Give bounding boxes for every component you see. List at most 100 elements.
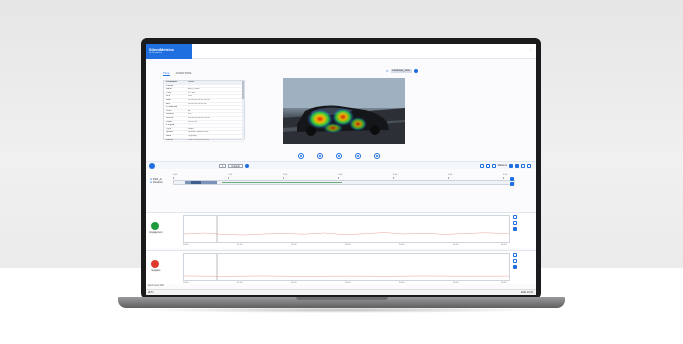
ruler-tick: 3:00 (338, 174, 343, 179)
property-value: Highway (188, 134, 197, 137)
mode-apply-icon[interactable] (244, 163, 249, 168)
property-value: 00:12:34:55:01:02 (188, 102, 207, 105)
app-subtitle: by Devodrive (149, 52, 162, 54)
property-value: m/s (188, 95, 192, 98)
property-key: Source (166, 116, 174, 119)
panel-tabs: Time ANNOTATE (163, 71, 191, 76)
timeline-right-controls: Markers (479, 163, 531, 168)
step-back-button[interactable] (317, 153, 323, 159)
property-value: ... (188, 124, 190, 127)
property-key: ▾ Heatmap (166, 106, 178, 109)
undo-icon[interactable] (479, 163, 484, 168)
zoom-in-icon[interactable] (521, 163, 525, 168)
engagement-axis: 00:00 01:00 02:00 03:00 04:00 05:00 06:0… (183, 244, 507, 246)
step-forward-button[interactable] (355, 153, 361, 159)
add-icon[interactable] (513, 227, 517, 231)
properties-scrollbar[interactable] (242, 81, 244, 141)
system-tray: ENG 10:24 (521, 291, 533, 294)
settings-icon[interactable] (513, 259, 517, 263)
tab-time[interactable]: Time (163, 71, 170, 76)
property-value: Ev01_clear (188, 88, 200, 91)
track-side-buttons (510, 177, 514, 186)
negative-side-tools (513, 253, 517, 269)
skip-back-icon (300, 155, 302, 157)
property-key: Time (166, 91, 172, 94)
zoom-out-icon[interactable] (527, 163, 531, 168)
property-value: Road (188, 127, 194, 130)
track-range-line (222, 182, 342, 183)
negative-axis: 00:00 01:00 02:00 03:00 04:00 05:00 06:0… (183, 282, 507, 284)
engagement-signal (183, 216, 510, 242)
status-text: Zoom level 100 (148, 285, 164, 287)
video-toolbar: ✕ Heatmap_view (386, 69, 418, 73)
os-taskbar: ⊞ Ps ENG 10:24 (146, 289, 536, 295)
engagement-indicator (151, 222, 159, 230)
settings-icon[interactable] (513, 221, 517, 225)
laptop-notch (296, 297, 388, 300)
play-icon (338, 155, 340, 157)
property-row[interactable]: Frame 0:12 :00:00:00:00:00 (164, 139, 244, 143)
expand-icon[interactable] (513, 253, 517, 257)
engagement-chart[interactable] (183, 215, 510, 243)
add-icon[interactable] (513, 265, 517, 269)
property-key: Offset (166, 120, 173, 123)
negative-chart[interactable] (183, 253, 510, 281)
markers-label: Markers (497, 164, 507, 167)
property-value: 00:00:00:00:00:00:00 (188, 98, 210, 101)
property-value: 00:12:34 (188, 120, 197, 123)
property-key: ▾ Signal (166, 124, 175, 127)
top-bar (192, 44, 536, 59)
home-icon[interactable] (149, 163, 155, 169)
property-key: Speed (166, 131, 173, 134)
ruler-tick: 5:00 (448, 174, 453, 179)
track-segment-selected[interactable] (191, 181, 201, 184)
player-controls (298, 153, 380, 159)
close-icon[interactable]: ✕ (386, 69, 389, 73)
property-value: 00:00:00:00:00:00:00 (188, 116, 210, 119)
tab-annotate[interactable]: ANNOTATE (176, 71, 192, 76)
info-icon[interactable] (413, 69, 418, 73)
ruler-tick: 2:00 (283, 174, 288, 179)
redo-icon[interactable] (485, 163, 490, 168)
timeline-mode-controls: 1 Original (219, 163, 249, 168)
timeline-track[interactable] (173, 180, 515, 185)
zoom-value-field[interactable]: 1 (219, 163, 227, 168)
video-frame[interactable] (283, 78, 405, 144)
skip-forward-icon (376, 155, 378, 157)
marker-list-icon[interactable] (515, 163, 519, 168)
property-key: Lane (166, 134, 172, 137)
marker-add-icon[interactable] (509, 163, 513, 168)
track-add-icon[interactable] (510, 177, 514, 181)
start-button[interactable]: ⊞ Ps (148, 291, 153, 294)
track-remove-icon[interactable] (510, 182, 514, 186)
property-key: Label (166, 88, 172, 91)
timeline-toolbar: 1 Original Markers (146, 161, 536, 169)
property-value: 0.6 (188, 113, 192, 116)
skip-back-button[interactable] (298, 153, 304, 159)
window-menu-icon[interactable]: ⋮ (529, 48, 532, 52)
timeline-ruler: 0:00 1:00 2:00 3:00 4:00 5:00 6:00 (173, 174, 515, 179)
refresh-icon[interactable] (491, 163, 496, 168)
property-value: ... (188, 106, 190, 109)
step-forward-icon (357, 155, 359, 157)
properties-panel: Parameter Value ▾ Meta... Label Ev01_clear… (163, 80, 245, 143)
mode-select[interactable]: Original (228, 163, 243, 168)
play-button[interactable] (336, 153, 342, 159)
ruler-tick: 4:00 (393, 174, 398, 179)
property-key: Start (166, 98, 171, 101)
track-segment[interactable] (185, 181, 217, 184)
property-key: Color (166, 109, 172, 112)
engagement-section: Engagement 00:00 01:00 02:00 03:00 04:00… (146, 212, 536, 248)
negative-signal (183, 254, 510, 280)
video-tag: Heatmap_view (390, 69, 412, 73)
app-screen: SilentMetrics by Devodrive ⋮ Time ANNOTA… (146, 44, 536, 295)
ruler-tick: 0:00 (173, 174, 178, 179)
ruler-tick: 1:00 (228, 174, 233, 179)
property-key: Unit (166, 95, 171, 98)
expand-icon[interactable] (513, 215, 517, 219)
negative-indicator (151, 260, 159, 268)
property-key: Type (166, 127, 171, 130)
skip-forward-button[interactable] (374, 153, 380, 159)
property-key: Opacity (166, 113, 174, 116)
app-logo[interactable]: SilentMetrics by Devodrive (146, 44, 192, 59)
